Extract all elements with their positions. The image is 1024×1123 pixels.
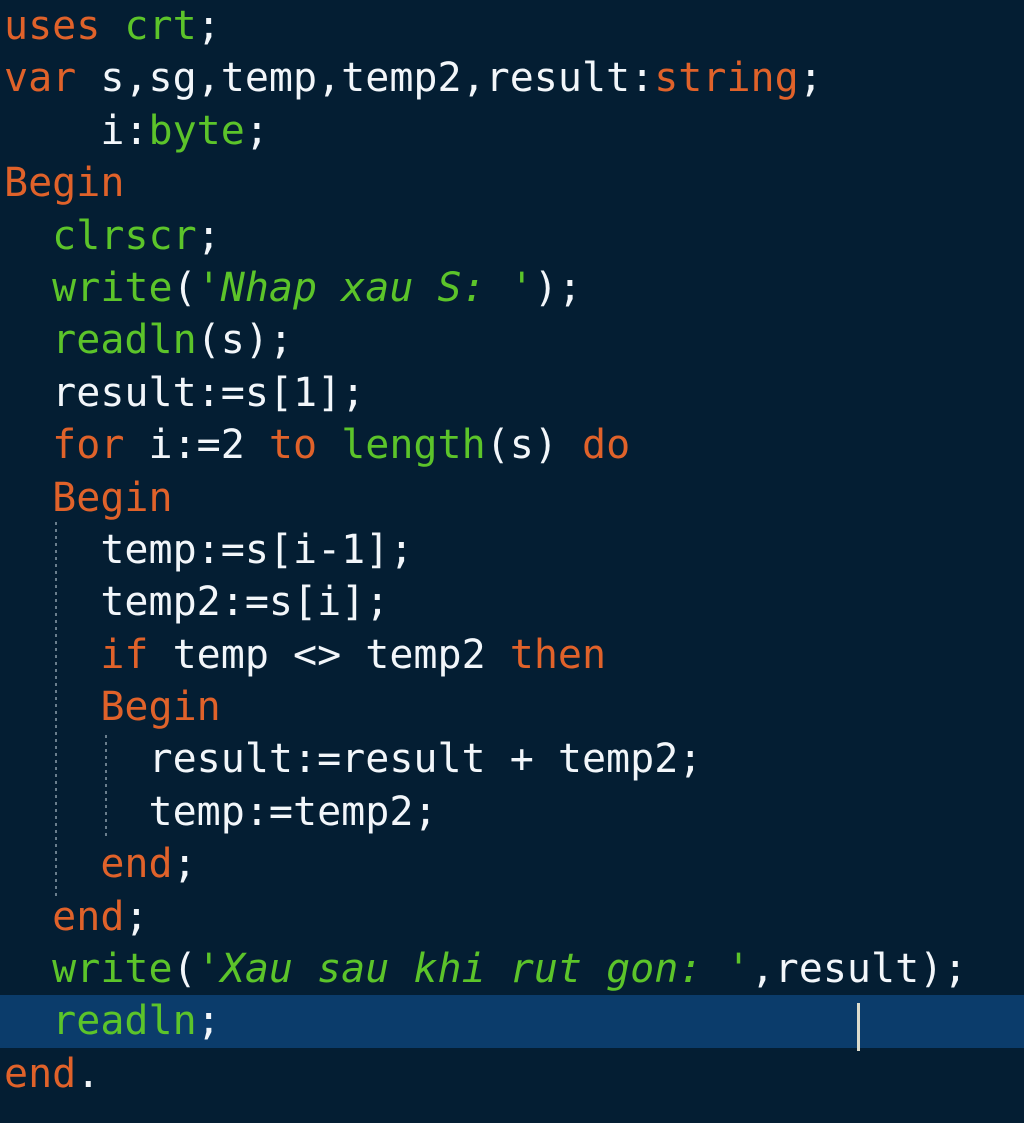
code-token-fn: readln	[52, 317, 197, 364]
code-line[interactable]: Begin	[0, 472, 1024, 524]
code-token-id	[4, 475, 52, 521]
code-token-fn: crt	[124, 3, 197, 49]
code-line[interactable]: temp2:=s[i];	[0, 576, 1024, 628]
code-line[interactable]: write('Nhap xau S: ');	[0, 262, 1024, 314]
code-token-kw: Begin	[100, 684, 221, 731]
code-token-kw: if	[100, 631, 149, 678]
code-token-id: i:=2	[124, 422, 269, 469]
code-token-id: .	[76, 1050, 101, 1097]
code-line[interactable]: end;	[0, 838, 1024, 890]
code-token-id: temp <> temp2	[148, 631, 510, 678]
code-token-fn: clrscr	[52, 212, 197, 259]
code-token-id: ;	[196, 212, 221, 259]
code-token-kw: do	[582, 422, 631, 469]
code-line[interactable]: if temp <> temp2 then	[0, 629, 1024, 681]
code-token-id: ,result);	[750, 946, 968, 993]
code-token-id: temp:=temp2;	[4, 788, 438, 835]
code-token-kw: then	[509, 631, 607, 678]
code-editor[interactable]: uses crt; var s,sg,temp,temp2,result:stri…	[0, 0, 1024, 1123]
code-token-id: result:=result + temp2;	[4, 736, 703, 783]
code-line[interactable]: i:byte;	[0, 105, 1024, 157]
code-token-fn: byte	[148, 107, 245, 154]
code-line[interactable]: var s,sg,temp,temp2,result:string;	[0, 52, 1024, 104]
code-token-id	[4, 422, 52, 468]
code-token-id: (s)	[485, 422, 583, 469]
code-token-id	[4, 317, 52, 363]
code-token-id	[4, 998, 52, 1044]
code-text-area[interactable]: uses crt; var s,sg,temp,temp2,result:stri…	[0, 0, 1024, 1123]
code-token-fn: readln	[52, 998, 197, 1045]
code-token-id: ;	[172, 841, 197, 888]
code-token-kw: end	[52, 893, 125, 940]
code-token-id: ;	[124, 893, 149, 940]
code-line[interactable]: Begin	[0, 681, 1024, 733]
code-token-kw: end	[100, 841, 173, 888]
code-token-id	[4, 265, 52, 311]
code-token-id	[4, 632, 100, 678]
code-token-id: temp2:=s[i];	[4, 579, 390, 626]
code-token-kw: to	[268, 422, 318, 469]
code-token-id: (s);	[196, 317, 293, 364]
code-token-kw: string	[654, 55, 799, 102]
code-token-id: ;	[798, 55, 823, 102]
code-line[interactable]: end.	[0, 1048, 1024, 1100]
code-token-kw: Begin	[52, 474, 173, 521]
code-token-id	[4, 841, 100, 887]
code-line[interactable]: result:=s[1];	[0, 367, 1024, 419]
code-token-id	[4, 894, 52, 940]
code-token-id: ;	[196, 998, 221, 1045]
code-token-id	[100, 3, 124, 49]
code-token-kw: uses	[4, 3, 101, 49]
code-line[interactable]: Begin	[0, 157, 1024, 209]
code-line[interactable]: uses crt;	[0, 0, 1024, 52]
code-line[interactable]: clrscr;	[0, 210, 1024, 262]
code-line-current[interactable]: readln;	[0, 995, 1024, 1048]
code-token-str: 'Nhap xau S: '	[196, 264, 534, 311]
code-token-id	[4, 684, 100, 730]
code-token-id	[4, 946, 52, 992]
code-token-id: s,sg,temp,temp2,result:	[76, 55, 655, 102]
code-token-id: );	[533, 264, 583, 311]
code-line[interactable]: result:=result + temp2;	[0, 733, 1024, 785]
code-token-id: result:=s[1];	[4, 369, 366, 416]
code-token-id	[4, 213, 52, 259]
code-line[interactable]: temp:=s[i-1];	[0, 524, 1024, 576]
code-token-kw: for	[52, 422, 125, 469]
code-token-id: temp:=s[i-1];	[4, 526, 414, 573]
code-token-kw: var	[4, 55, 77, 102]
code-line[interactable]: end;	[0, 891, 1024, 943]
code-token-fn: length	[341, 422, 486, 469]
code-token-kw: end	[4, 1050, 77, 1097]
code-token-id: (	[172, 946, 197, 993]
code-line[interactable]: temp:=temp2;	[0, 786, 1024, 838]
code-token-id	[317, 422, 341, 468]
code-token-id: ;	[244, 107, 269, 154]
code-token-id: ;	[196, 3, 221, 49]
code-line[interactable]: write('Xau sau khi rut gon: ',result);	[0, 943, 1024, 995]
code-line[interactable]: readln(s);	[0, 314, 1024, 366]
code-token-fn: write	[52, 264, 173, 311]
code-line[interactable]: for i:=2 to length(s) do	[0, 419, 1024, 471]
code-token-kw: Begin	[4, 160, 125, 207]
code-token-id: i:	[4, 107, 149, 154]
code-token-id: (	[172, 264, 197, 311]
code-token-fn: write	[52, 946, 173, 993]
code-token-str: 'Xau sau khi rut gon: '	[196, 946, 751, 993]
